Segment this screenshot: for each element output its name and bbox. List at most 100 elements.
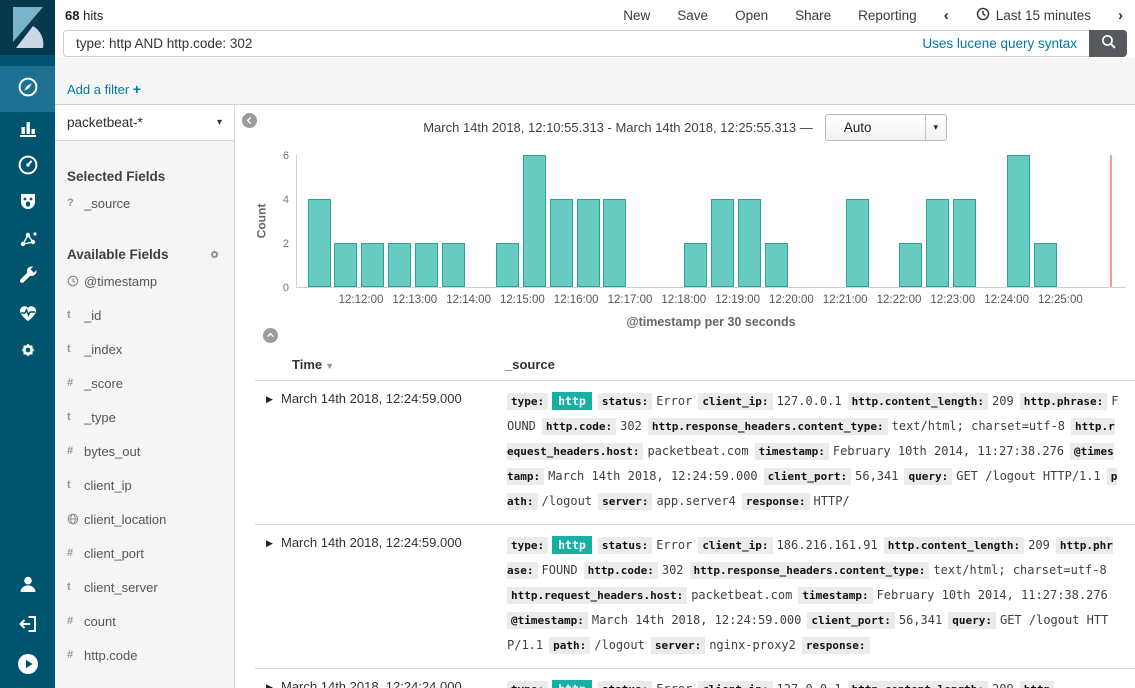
- time-back-button[interactable]: ‹: [944, 7, 949, 24]
- gear-icon: [16, 338, 40, 367]
- chevron-up-icon: [266, 327, 275, 345]
- field-item-score[interactable]: #_score: [67, 366, 222, 400]
- x-tick-label: 12:23:00: [930, 294, 975, 306]
- field-key-badge: query:: [904, 468, 952, 485]
- field-item-clientport[interactable]: #client_port: [67, 536, 222, 570]
- expand-row-icon[interactable]: ▶: [255, 389, 281, 514]
- histogram-bar-12:22:30[interactable]: [926, 199, 949, 287]
- add-filter-button[interactable]: Add a filter +: [67, 81, 141, 97]
- histogram-bar-12:14:30[interactable]: [496, 243, 519, 287]
- index-pattern-select[interactable]: packetbeat-* ▾: [55, 105, 234, 141]
- field-value: March 14th 2018, 12:24:59.000: [592, 613, 802, 627]
- rail-item-discover[interactable]: [0, 66, 55, 112]
- histogram-bar-12:13:30[interactable]: [442, 243, 465, 287]
- field-name: http.code: [84, 648, 138, 663]
- histogram-bar-12:13:00[interactable]: [415, 243, 438, 287]
- save-button[interactable]: Save: [677, 8, 708, 23]
- field-item-id[interactable]: t_id: [67, 298, 222, 332]
- histogram-bar-12:24:30[interactable]: [1034, 243, 1057, 287]
- field-item-index[interactable]: t_index: [67, 332, 222, 366]
- field-settings-gear-icon[interactable]: [207, 247, 222, 262]
- lucene-syntax-link[interactable]: Uses lucene query syntax: [922, 36, 1077, 51]
- bar-chart-icon: [16, 116, 40, 145]
- histogram-bar-12:12:00[interactable]: [361, 243, 384, 287]
- field-item-type[interactable]: t_type: [67, 400, 222, 434]
- interval-value: Auto: [830, 120, 872, 135]
- field-item-httpcode[interactable]: #http.code: [67, 638, 222, 672]
- x-tick-label: 12:17:00: [608, 294, 653, 306]
- field-key-badge: http.content_length:: [884, 537, 1024, 554]
- field-name: client_server: [84, 580, 158, 595]
- field-value: 302: [620, 419, 642, 433]
- rail-item-timelion[interactable]: [0, 186, 55, 223]
- histogram-bar-12:12:30[interactable]: [388, 243, 411, 287]
- rail-item-monitoring[interactable]: [0, 297, 55, 334]
- rail-item-account[interactable]: [0, 566, 55, 606]
- histogram-bar-12:15:00[interactable]: [523, 155, 546, 287]
- rail-nav: [0, 66, 55, 371]
- field-item-count[interactable]: #count: [67, 604, 222, 638]
- expand-row-icon[interactable]: ▶: [255, 533, 281, 658]
- highlighted-value: http: [552, 680, 592, 688]
- histogram-bar-12:16:30[interactable]: [603, 199, 626, 287]
- reporting-button[interactable]: Reporting: [858, 8, 917, 23]
- query-input[interactable]: type: http AND http.code: 302: [64, 36, 922, 51]
- histogram-bar-12:18:00[interactable]: [684, 243, 707, 287]
- rail-item-dashboard[interactable]: [0, 149, 55, 186]
- field-item-bytesout[interactable]: #bytes_out: [67, 434, 222, 468]
- rail-item-visualize[interactable]: [0, 112, 55, 149]
- histogram-bar-12:24:00[interactable]: [1007, 155, 1030, 287]
- field-item-clientip[interactable]: tclient_ip: [67, 468, 222, 502]
- field-item-source[interactable]: ?_source: [67, 186, 222, 220]
- field-key-badge: http.code:: [584, 562, 658, 579]
- collapse-chart-button[interactable]: [263, 328, 278, 343]
- field-item-clientlocation[interactable]: client_location: [67, 502, 222, 536]
- time-range-title: March 14th 2018, 12:10:55.313 - March 14…: [423, 120, 813, 135]
- time-picker-button[interactable]: Last 15 minutes: [976, 7, 1091, 24]
- rail-item-management[interactable]: [0, 334, 55, 371]
- histogram-bar-12:19:00[interactable]: [738, 199, 761, 287]
- expand-row-icon[interactable]: ▶: [255, 677, 281, 688]
- plus-icon: +: [133, 81, 141, 97]
- rail-item-guided-tour[interactable]: [0, 646, 55, 686]
- field-name: count: [84, 614, 116, 629]
- histogram-bar-12:18:30[interactable]: [711, 199, 734, 287]
- time-forward-button[interactable]: ›: [1118, 7, 1123, 24]
- histogram-bar-12:11:30[interactable]: [334, 243, 357, 287]
- field-value: 127.0.0.1: [777, 682, 842, 688]
- x-tick-label: 12:13:00: [392, 294, 437, 306]
- histogram-bar-12:19:30[interactable]: [765, 243, 788, 287]
- rail-item-logout[interactable]: [0, 606, 55, 646]
- field-item-timestamp[interactable]: @timestamp: [67, 264, 222, 298]
- chevron-down-icon: ▾: [217, 117, 222, 128]
- histogram-bar-12:21:00[interactable]: [846, 199, 869, 287]
- query-box: type: http AND http.code: 302 Uses lucen…: [63, 30, 1127, 57]
- share-button[interactable]: Share: [795, 8, 831, 23]
- graph-icon: [16, 227, 40, 256]
- field-item-clientserver[interactable]: tclient_server: [67, 570, 222, 604]
- histogram-bar-12:16:00[interactable]: [577, 199, 600, 287]
- histogram-plot[interactable]: Count 024612:12:0012:13:0012:14:0012:15:…: [296, 155, 1126, 288]
- histogram-bar-12:15:30[interactable]: [550, 199, 573, 287]
- interval-select[interactable]: Auto ▾: [825, 114, 947, 141]
- open-button[interactable]: Open: [735, 8, 768, 23]
- histogram-bar-12:11:00[interactable]: [308, 199, 331, 287]
- search-button[interactable]: [1089, 30, 1127, 57]
- field-value: 209: [992, 682, 1014, 688]
- rail-item-graph[interactable]: [0, 223, 55, 260]
- time-range-label: Last 15 minutes: [996, 8, 1091, 23]
- histogram-bar-12:23:00[interactable]: [953, 199, 976, 287]
- field-type-icon: #: [67, 649, 84, 661]
- x-tick-label: 12:19:00: [715, 294, 760, 306]
- field-key-badge: http.code:: [542, 418, 616, 435]
- field-value: packetbeat.com: [647, 444, 748, 458]
- field-value: 56,341: [899, 613, 942, 627]
- new-button[interactable]: New: [623, 8, 650, 23]
- rail-item-dev-tools[interactable]: [0, 260, 55, 297]
- field-value: /logout: [542, 494, 593, 508]
- table-row: ▶March 14th 2018, 12:24:59.000type:https…: [255, 381, 1135, 525]
- histogram-bar-12:22:00[interactable]: [899, 243, 922, 287]
- column-header-time[interactable]: Time▼: [292, 357, 334, 372]
- field-key-badge: type:: [507, 681, 548, 688]
- y-tick-label: 0: [265, 282, 289, 294]
